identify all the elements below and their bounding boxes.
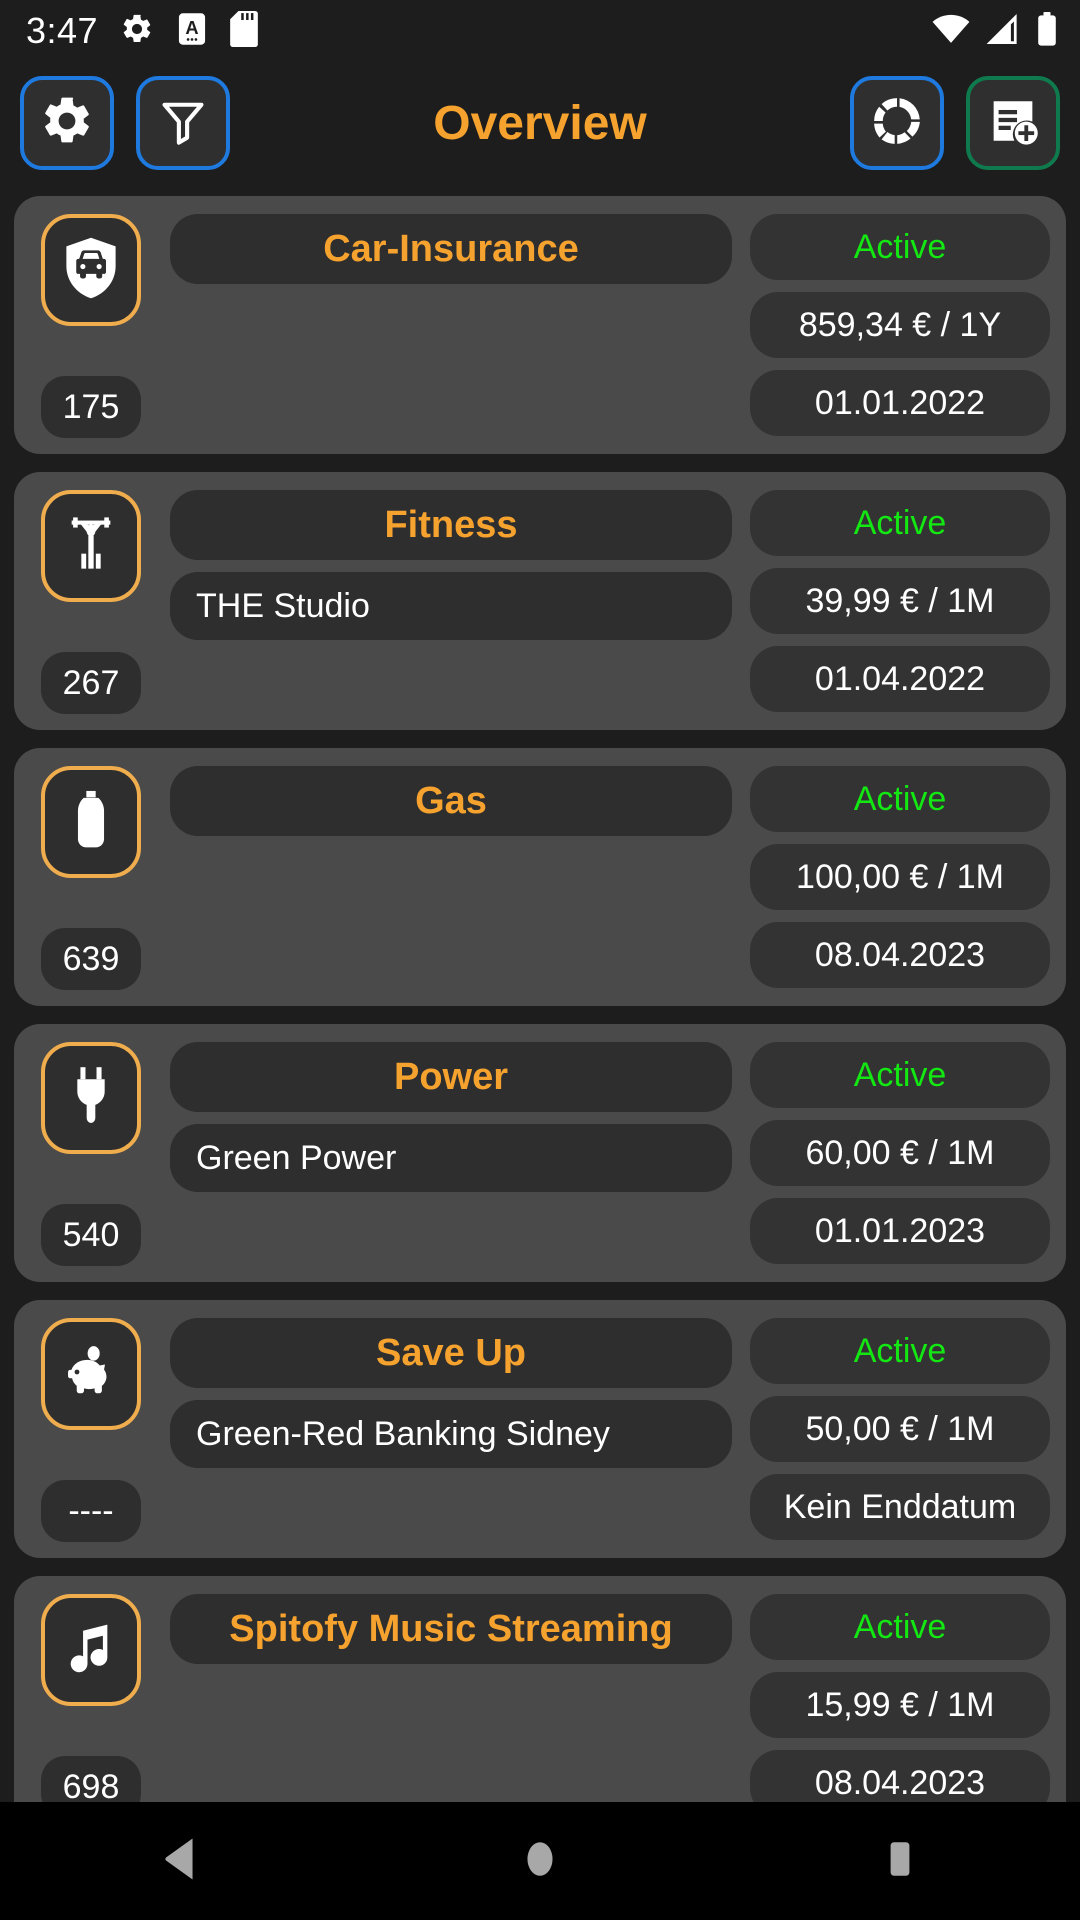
status-badge[interactable]: Active [750, 766, 1050, 832]
funnel-icon [157, 95, 209, 152]
contract-card[interactable]: Save Up Green-Red Banking Sidney ---- Ac… [14, 1300, 1066, 1558]
contract-provider[interactable] [170, 1676, 732, 1744]
contract-provider[interactable] [170, 848, 732, 916]
add-contract-button[interactable] [966, 76, 1060, 170]
cost-badge[interactable]: 50,00 € / 1M [750, 1396, 1050, 1462]
contract-provider[interactable]: Green Power [170, 1124, 732, 1192]
phone-screen: 3:47 A Overview Car-Insurance 175 Active… [0, 0, 1080, 1920]
a-letter-icon: A [176, 12, 208, 51]
gear-icon [120, 12, 154, 51]
weightlifter-icon [62, 512, 120, 581]
recents-button[interactable] [820, 1802, 980, 1920]
contract-icon-badge[interactable] [41, 1042, 141, 1154]
contract-details: Active 60,00 € / 1M 01.01.2023 [750, 1042, 1050, 1264]
contract-id-chip[interactable]: 639 [41, 928, 141, 990]
contract-id-chip[interactable]: 540 [41, 1204, 141, 1266]
contract-id-chip[interactable]: ---- [41, 1480, 141, 1542]
contract-title[interactable]: Power [170, 1042, 732, 1112]
status-badge[interactable]: Active [750, 1042, 1050, 1108]
cost-badge[interactable]: 39,99 € / 1M [750, 568, 1050, 634]
piggy-bank-icon [62, 1342, 120, 1407]
gas-bottle-icon [66, 788, 116, 857]
settings-button[interactable] [20, 76, 114, 170]
contract-details: Active 859,34 € / 1Y 01.01.2022 [750, 214, 1050, 436]
status-badge[interactable]: Active [750, 1318, 1050, 1384]
status-bar-clock: 3:47 [26, 10, 99, 51]
date-badge[interactable]: Kein Enddatum [750, 1474, 1050, 1540]
app-bar-right-actions [850, 76, 1060, 170]
contract-id-chip[interactable]: 698 [41, 1756, 141, 1802]
sd-card-icon [230, 10, 258, 52]
cell-signal-icon [986, 13, 1020, 49]
contract-details: Active 50,00 € / 1M Kein Enddatum [750, 1318, 1050, 1540]
home-circle-icon [519, 1836, 561, 1887]
contract-title[interactable]: Save Up [170, 1318, 732, 1388]
wifi-icon [932, 14, 970, 49]
app-bar: Overview [0, 62, 1080, 184]
cost-badge[interactable]: 100,00 € / 1M [750, 844, 1050, 910]
date-badge[interactable]: 01.01.2022 [750, 370, 1050, 436]
cost-badge[interactable]: 859,34 € / 1Y [750, 292, 1050, 358]
contract-id-chip[interactable]: 267 [41, 652, 141, 714]
recents-square-icon [879, 1836, 921, 1887]
document-add-icon [986, 94, 1040, 153]
contract-icon-badge[interactable] [41, 1594, 141, 1706]
contract-icon-badge[interactable] [41, 1318, 141, 1430]
back-triangle-icon [159, 1836, 201, 1887]
status-badge[interactable]: Active [750, 214, 1050, 280]
contract-provider[interactable]: Green-Red Banking Sidney [170, 1400, 732, 1468]
contract-provider[interactable] [170, 296, 732, 364]
power-plug-icon [67, 1064, 115, 1133]
contract-provider[interactable]: THE Studio [170, 572, 732, 640]
contract-details: Active 39,99 € / 1M 01.04.2022 [750, 490, 1050, 712]
gear-icon [39, 93, 95, 154]
battery-icon [1036, 11, 1058, 51]
contract-card[interactable]: Power Green Power 540 Active 60,00 € / 1… [14, 1024, 1066, 1282]
contract-card[interactable]: Car-Insurance 175 Active 859,34 € / 1Y 0… [14, 196, 1066, 454]
contract-icon-badge[interactable] [41, 766, 141, 878]
contract-card[interactable]: Gas 639 Active 100,00 € / 1M 08.04.2023 [14, 748, 1066, 1006]
contract-title[interactable]: Car-Insurance [170, 214, 732, 284]
contract-list[interactable]: Car-Insurance 175 Active 859,34 € / 1Y 0… [0, 184, 1080, 1802]
contract-card[interactable]: Fitness THE Studio 267 Active 39,99 € / … [14, 472, 1066, 730]
contract-id-chip[interactable]: 175 [41, 376, 141, 438]
app-bar-left-actions [20, 76, 230, 170]
contract-details: Active 15,99 € / 1M 08.04.2023 [750, 1594, 1050, 1802]
status-bar: 3:47 A [0, 0, 1080, 62]
cost-badge[interactable]: 60,00 € / 1M [750, 1120, 1050, 1186]
contract-icon-badge[interactable] [41, 490, 141, 602]
donut-chart-icon [869, 93, 925, 154]
filter-button[interactable] [136, 76, 230, 170]
date-badge[interactable]: 01.01.2023 [750, 1198, 1050, 1264]
contract-title[interactable]: Fitness [170, 490, 732, 560]
status-badge[interactable]: Active [750, 490, 1050, 556]
android-nav-bar [0, 1802, 1080, 1920]
home-button[interactable] [460, 1802, 620, 1920]
date-badge[interactable]: 08.04.2023 [750, 922, 1050, 988]
status-badge[interactable]: Active [750, 1594, 1050, 1660]
contract-title[interactable]: Gas [170, 766, 732, 836]
back-button[interactable] [100, 1802, 260, 1920]
music-note-icon [63, 1618, 119, 1683]
car-shield-icon [61, 236, 121, 305]
cost-badge[interactable]: 15,99 € / 1M [750, 1672, 1050, 1738]
contract-details: Active 100,00 € / 1M 08.04.2023 [750, 766, 1050, 988]
date-badge[interactable]: 01.04.2022 [750, 646, 1050, 712]
contract-icon-badge[interactable] [41, 214, 141, 326]
status-bar-left: 3:47 A [26, 10, 258, 52]
svg-text:A: A [185, 17, 198, 38]
date-badge[interactable]: 08.04.2023 [750, 1750, 1050, 1802]
contract-card[interactable]: Spitofy Music Streaming 698 Active 15,99… [14, 1576, 1066, 1802]
status-bar-right [932, 11, 1058, 51]
contract-title[interactable]: Spitofy Music Streaming [170, 1594, 732, 1664]
statistics-button[interactable] [850, 76, 944, 170]
